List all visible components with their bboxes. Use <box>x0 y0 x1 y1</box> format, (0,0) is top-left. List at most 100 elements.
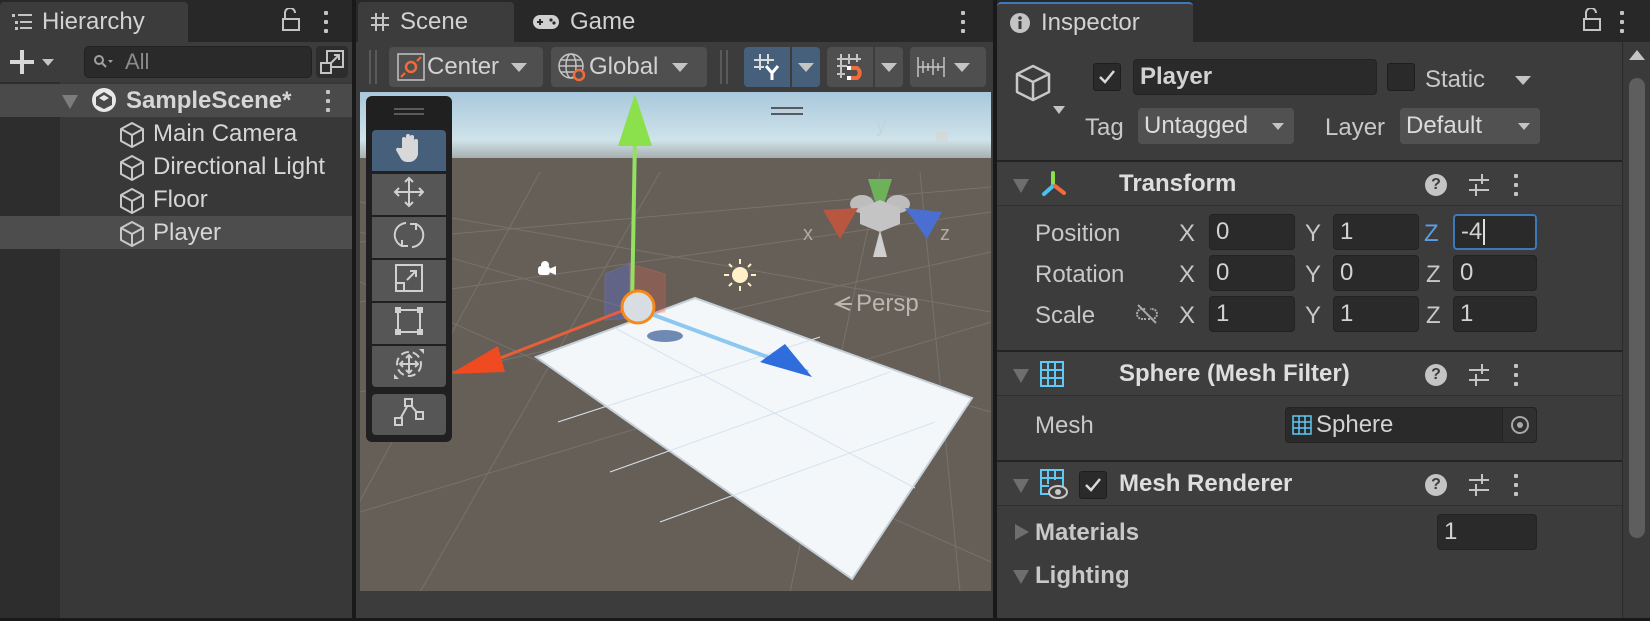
toolbar-grip[interactable] <box>369 50 377 84</box>
item-label: Floor <box>153 185 208 213</box>
collapse-arrow-icon[interactable] <box>1013 179 1029 193</box>
unity-scene-icon <box>90 86 118 121</box>
presets-icon[interactable] <box>1467 172 1491 203</box>
component-menu-icon[interactable] <box>1514 474 1518 496</box>
presets-icon[interactable] <box>1467 472 1491 503</box>
lock-view-icon[interactable] <box>936 132 948 142</box>
add-button[interactable] <box>6 46 58 83</box>
scene-more-icon[interactable] <box>326 90 330 112</box>
materials-count-field[interactable]: 1 <box>1437 514 1537 550</box>
more-menu-icon[interactable] <box>324 11 328 33</box>
scale-tool-button[interactable] <box>372 260 446 301</box>
mesh-filter-title: Sphere (Mesh Filter) <box>1119 360 1350 387</box>
list-item[interactable]: Player <box>0 216 352 249</box>
expand-arrow-icon[interactable] <box>1015 524 1029 540</box>
globe-icon <box>557 52 589 82</box>
scroll-up-icon[interactable] <box>1629 50 1645 60</box>
collapse-arrow-icon[interactable] <box>1013 369 1029 383</box>
help-icon[interactable]: ? <box>1425 174 1447 196</box>
toolbox-drag-handle[interactable] <box>394 108 424 110</box>
hierarchy-tabbar: Hierarchy <box>0 0 352 42</box>
component-menu-icon[interactable] <box>1514 174 1518 196</box>
scene-render[interactable]: x y z Persp <box>360 92 991 591</box>
list-item[interactable]: Floor <box>0 183 352 216</box>
list-item[interactable]: Directional Light <box>0 150 352 183</box>
lock-icon[interactable] <box>1582 7 1602 38</box>
object-name-value: Player <box>1140 63 1213 90</box>
static-checkbox[interactable] <box>1387 63 1415 91</box>
scale-y-field[interactable]: 1 <box>1333 296 1419 332</box>
expand-arrow-icon[interactable] <box>62 95 78 109</box>
grid-options-dropdown[interactable] <box>792 47 820 87</box>
move-tool-button[interactable] <box>372 174 446 215</box>
scene-row[interactable]: SampleScene* <box>0 84 352 117</box>
custom-editor-tool-button[interactable] <box>372 394 446 435</box>
hand-tool-button[interactable] <box>372 130 446 171</box>
object-picker-icon[interactable] <box>1502 408 1536 442</box>
scale-y-value: 1 <box>1340 300 1354 327</box>
layer-dropdown[interactable]: Default <box>1400 108 1540 144</box>
help-icon[interactable]: ? <box>1425 364 1447 386</box>
scale-icon <box>393 262 425 299</box>
rotate-tool-button[interactable] <box>372 217 446 258</box>
tab-inspector-label: Inspector <box>1041 9 1140 36</box>
pivot-rotation-dropdown[interactable]: Global <box>551 47 707 87</box>
rotation-y-field[interactable]: 0 <box>1333 255 1419 291</box>
lock-icon[interactable] <box>281 7 301 38</box>
scene-toolbar: Center Global <box>356 42 993 92</box>
scale-z-field[interactable]: 1 <box>1453 296 1537 332</box>
tab-scene[interactable]: Scene <box>358 2 514 42</box>
tab-hierarchy[interactable]: Hierarchy <box>0 2 188 42</box>
help-icon[interactable]: ? <box>1425 474 1447 496</box>
toolbar-grip[interactable] <box>720 50 728 84</box>
player-sphere[interactable] <box>620 289 656 325</box>
scene-viewport[interactable]: x y z Persp <box>360 92 991 591</box>
mesh-filter-header[interactable]: Sphere (Mesh Filter) ? <box>997 350 1650 396</box>
layer-value: Default <box>1406 112 1483 139</box>
mesh-object-field[interactable]: Sphere <box>1285 407 1537 443</box>
static-dropdown-icon[interactable] <box>1515 76 1531 85</box>
lighting-label[interactable]: Lighting <box>1035 562 1130 590</box>
transform-header[interactable]: Transform ? <box>997 160 1650 206</box>
mesh-value: Sphere <box>1316 411 1394 438</box>
gameobject-icon[interactable] <box>1011 62 1067 123</box>
scale-x-field[interactable]: 1 <box>1209 296 1295 332</box>
projection-label: Persp <box>856 290 919 317</box>
hierarchy-search-input[interactable]: All <box>84 46 312 78</box>
mesh-renderer-enabled-checkbox[interactable] <box>1079 471 1107 499</box>
active-checkbox[interactable] <box>1093 63 1121 91</box>
presets-icon[interactable] <box>1467 362 1491 393</box>
checkmark-icon <box>1085 478 1101 492</box>
tab-game[interactable]: Game <box>520 2 660 42</box>
tab-inspector[interactable]: Inspector <box>997 2 1193 42</box>
open-search-window-icon[interactable] <box>316 46 348 78</box>
component-menu-icon[interactable] <box>1514 364 1518 386</box>
materials-label[interactable]: Materials <box>1035 519 1139 547</box>
constrain-proportions-icon[interactable] <box>1133 302 1161 331</box>
collapse-arrow-icon[interactable] <box>1013 479 1029 493</box>
increment-snap-dropdown[interactable] <box>910 47 986 87</box>
scrollbar-thumb[interactable] <box>1629 78 1645 538</box>
rotation-x-field[interactable]: 0 <box>1209 255 1295 291</box>
object-name-field[interactable]: Player <box>1133 59 1377 95</box>
inspector-scrollbar[interactable] <box>1622 42 1650 621</box>
snapping-options-dropdown[interactable] <box>875 47 903 87</box>
rotation-z-field[interactable]: 0 <box>1453 255 1537 291</box>
position-x-field[interactable]: 0 <box>1209 214 1295 250</box>
y-axis-label: Y <box>1305 302 1322 329</box>
collapse-arrow-icon[interactable] <box>1013 570 1029 584</box>
list-item[interactable]: Main Camera <box>0 117 352 150</box>
item-label: Main Camera <box>153 119 298 147</box>
grid-visibility-toggle[interactable] <box>744 47 790 87</box>
position-y-field[interactable]: 1 <box>1333 214 1419 250</box>
transform-tool-button[interactable] <box>372 346 446 387</box>
mesh-renderer-header[interactable]: Mesh Renderer ? <box>997 460 1650 506</box>
scene-more-menu-icon[interactable] <box>961 11 965 33</box>
position-z-field[interactable]: -4 <box>1453 214 1537 250</box>
pivot-mode-dropdown[interactable]: Center <box>389 47 543 87</box>
rect-tool-button[interactable] <box>372 303 446 344</box>
tag-dropdown[interactable]: Untagged <box>1138 108 1294 144</box>
scene-name: SampleScene* <box>126 86 292 114</box>
grid-snapping-toggle[interactable] <box>827 47 873 87</box>
more-menu-icon[interactable] <box>1620 11 1624 33</box>
